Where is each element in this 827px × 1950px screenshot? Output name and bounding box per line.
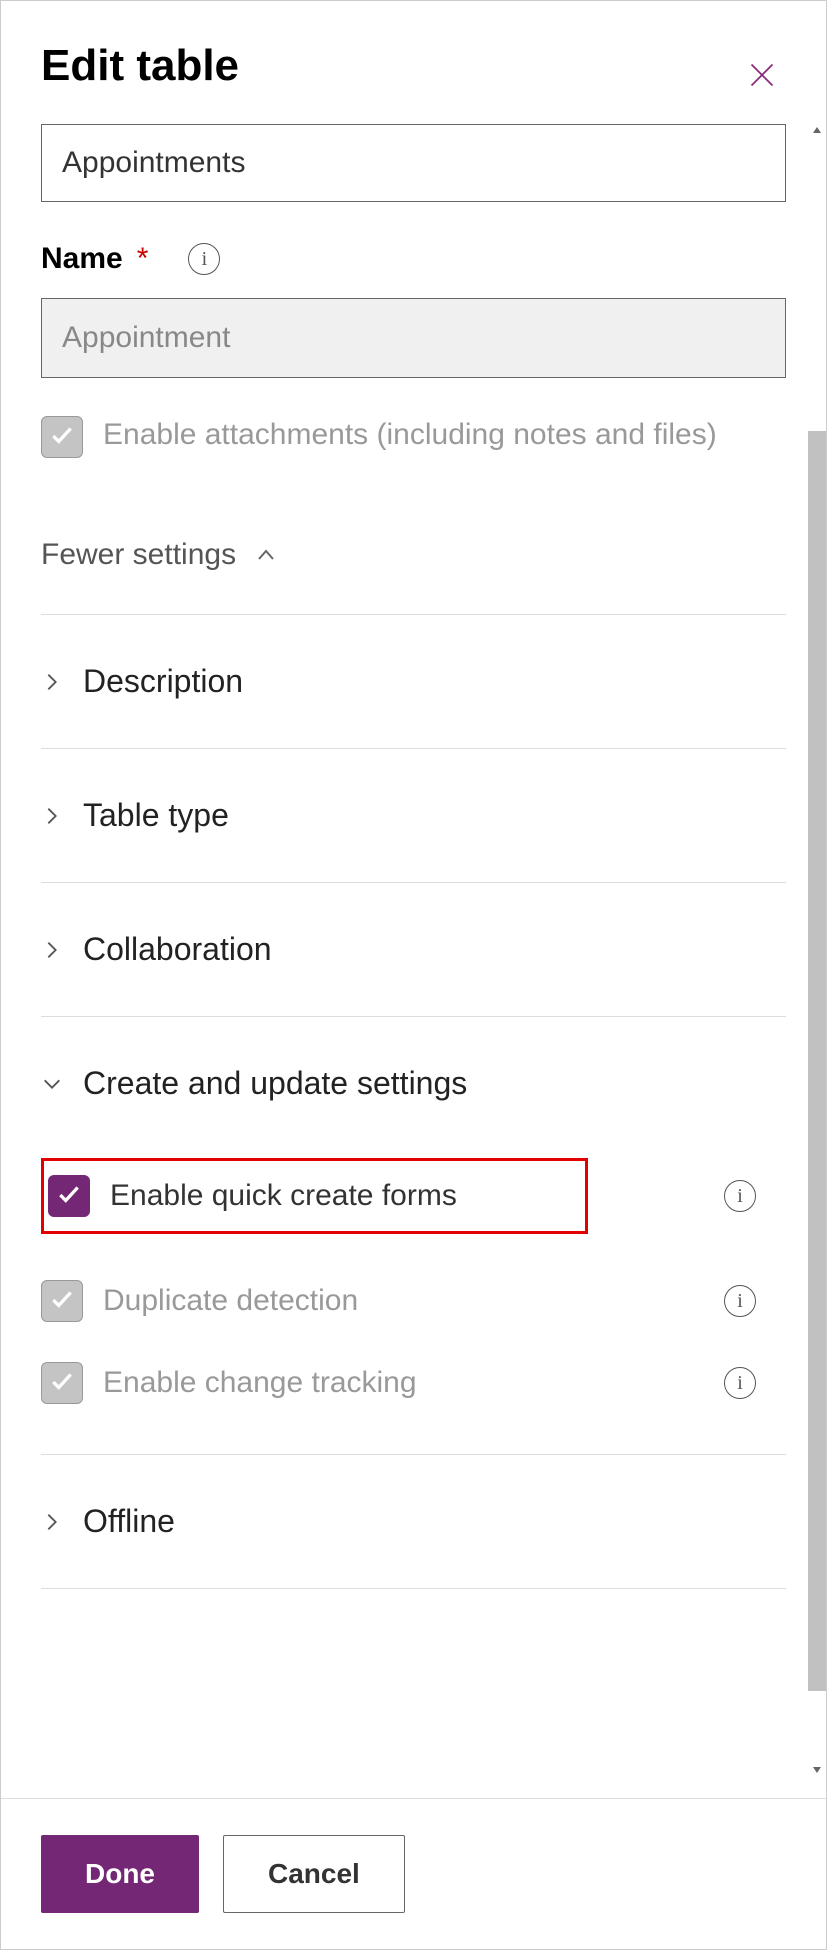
- enable-attachments-checkbox: [41, 416, 83, 458]
- name-label: Name: [41, 242, 123, 276]
- display-name-input[interactable]: [41, 124, 786, 202]
- name-input: [41, 298, 786, 378]
- section-table-type[interactable]: Table type: [41, 749, 786, 883]
- section-create-update-label: Create and update settings: [83, 1065, 467, 1102]
- required-indicator: *: [137, 242, 149, 276]
- enable-change-tracking-checkbox: [41, 1362, 83, 1404]
- done-button[interactable]: Done: [41, 1835, 199, 1913]
- scroll-up-arrow[interactable]: [808, 121, 826, 139]
- section-description[interactable]: Description: [41, 615, 786, 749]
- chevron-down-icon: [41, 1073, 63, 1095]
- scroll-down-arrow[interactable]: [808, 1761, 826, 1779]
- enable-quick-create-checkbox[interactable]: [48, 1175, 90, 1217]
- info-icon[interactable]: i: [724, 1285, 756, 1317]
- enable-change-tracking-label: Enable change tracking: [103, 1366, 417, 1400]
- chevron-right-icon: [41, 805, 63, 827]
- checkmark-icon: [49, 1368, 75, 1399]
- highlight-annotation: Enable quick create forms: [41, 1158, 588, 1234]
- section-table-type-label: Table type: [83, 797, 229, 834]
- section-description-label: Description: [83, 663, 243, 700]
- chevron-up-icon: [254, 543, 278, 567]
- section-offline-label: Offline: [83, 1503, 175, 1540]
- fewer-settings-label: Fewer settings: [41, 538, 236, 572]
- chevron-right-icon: [41, 671, 63, 693]
- close-button[interactable]: [738, 51, 786, 104]
- section-offline[interactable]: Offline: [41, 1455, 786, 1589]
- section-collaboration-label: Collaboration: [83, 931, 272, 968]
- chevron-right-icon: [41, 1511, 63, 1533]
- chevron-right-icon: [41, 939, 63, 961]
- panel-title: Edit table: [41, 41, 239, 91]
- info-icon[interactable]: i: [724, 1367, 756, 1399]
- enable-attachments-label: Enable attachments (including notes and …: [103, 416, 717, 452]
- duplicate-detection-label: Duplicate detection: [103, 1284, 358, 1318]
- checkmark-icon: [49, 1286, 75, 1317]
- checkmark-icon: [56, 1181, 82, 1212]
- duplicate-detection-checkbox: [41, 1280, 83, 1322]
- section-collaboration[interactable]: Collaboration: [41, 883, 786, 1017]
- enable-quick-create-label: Enable quick create forms: [110, 1179, 457, 1213]
- fewer-settings-toggle[interactable]: Fewer settings: [41, 538, 786, 615]
- section-create-update[interactable]: Create and update settings: [41, 1017, 786, 1132]
- cancel-button[interactable]: Cancel: [223, 1835, 405, 1913]
- checkmark-icon: [49, 422, 75, 453]
- scrollbar-thumb[interactable]: [808, 431, 826, 1691]
- info-icon[interactable]: i: [724, 1180, 756, 1212]
- close-icon: [748, 76, 776, 93]
- info-icon[interactable]: i: [188, 243, 220, 275]
